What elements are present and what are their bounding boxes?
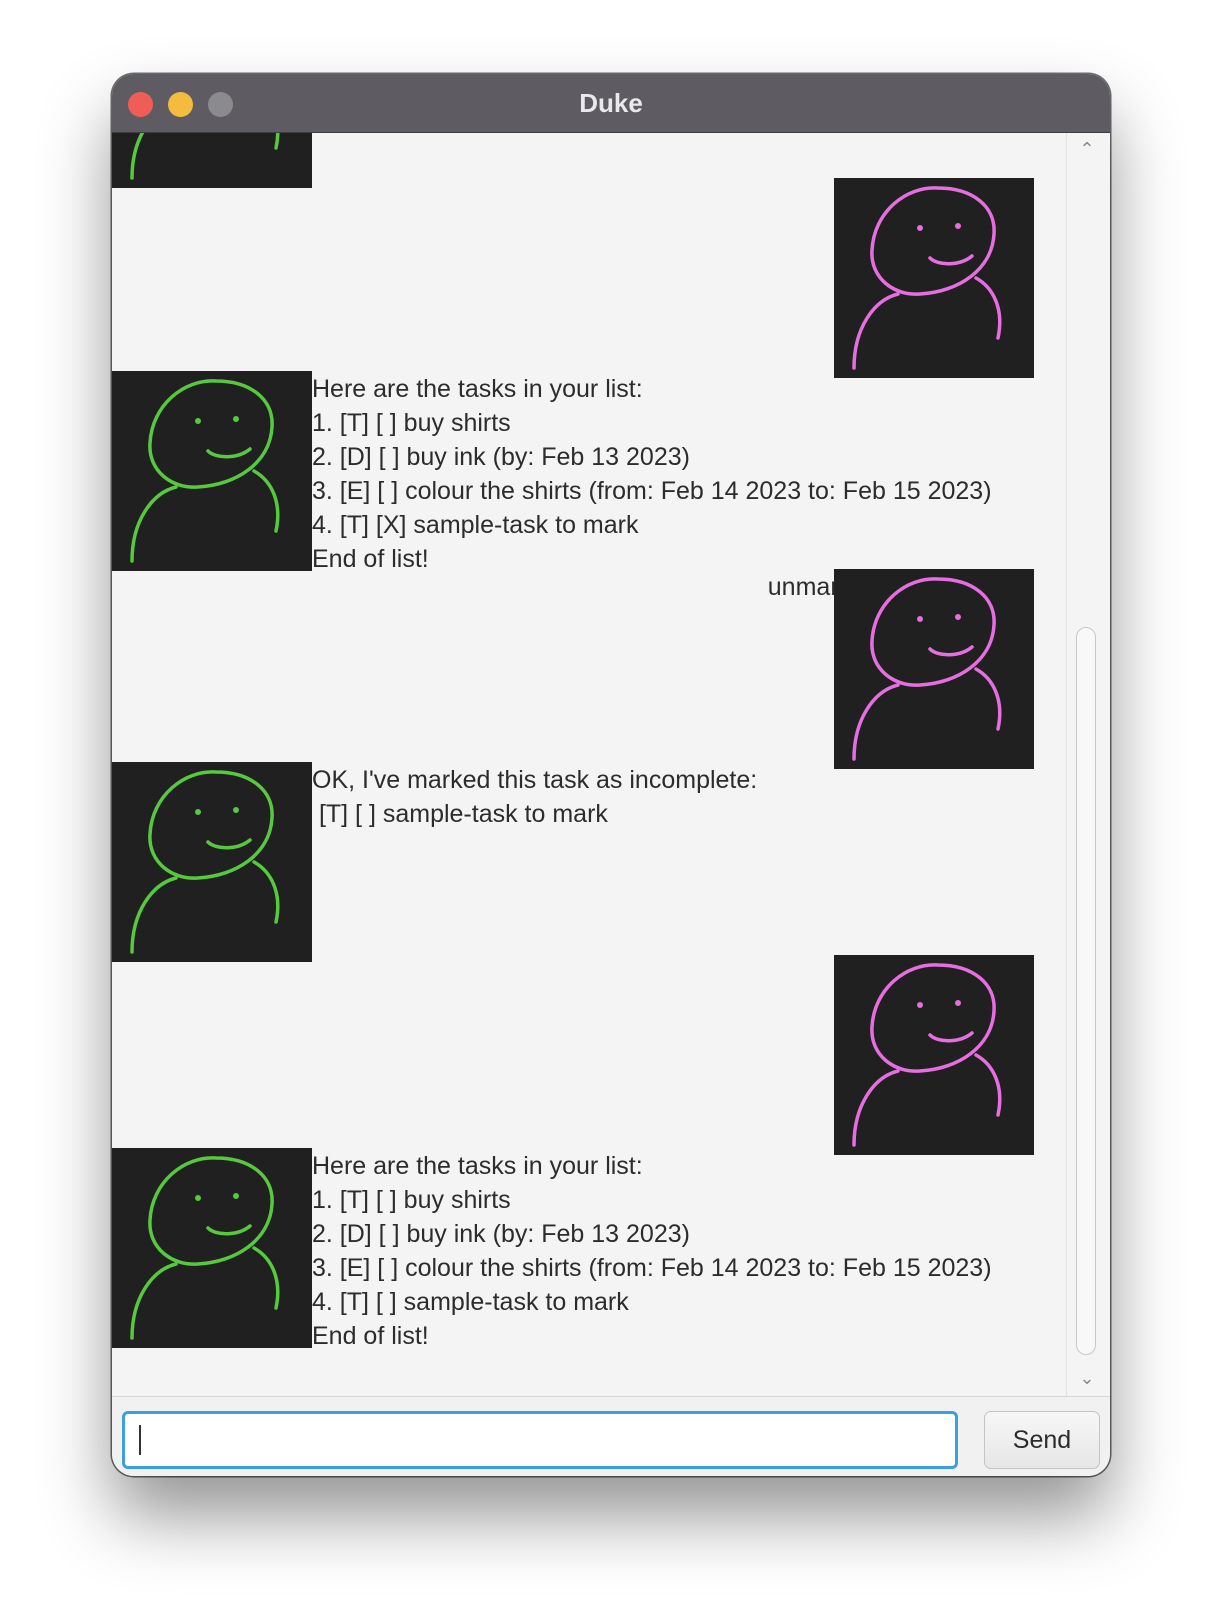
scrollbar-thumb[interactable]	[1076, 627, 1096, 1355]
avatar-drawing	[852, 577, 1002, 761]
duke-message-line: OK, I've marked this task as incomplete:	[312, 766, 758, 794]
duke-avatar	[112, 371, 312, 571]
vertical-scrollbar[interactable]: ⌃ ⌄	[1066, 133, 1110, 1396]
avatar-drawing	[130, 1156, 280, 1340]
avatar-drawing	[852, 963, 1002, 1147]
duke-message-line: 3. [E] [ ] colour the shirts (from: Feb …	[312, 477, 992, 505]
message-input[interactable]	[122, 1411, 958, 1469]
user-message: unmark 4	[472, 570, 872, 604]
text-caret	[139, 1425, 141, 1455]
duke-message-line: Here are the tasks in your list:	[312, 375, 643, 403]
avatar-drawing	[852, 186, 1002, 370]
user-message: list	[472, 179, 872, 213]
duke-message-line: 4. [T] [ ] sample-task to mark	[312, 1288, 629, 1316]
window-title: Duke	[579, 88, 643, 118]
duke-message-line: [T] [ ] sample-task to mark	[312, 800, 608, 828]
duke-avatar	[112, 133, 312, 188]
title-bar[interactable]: Duke	[112, 74, 1110, 133]
avatar-drawing	[130, 133, 280, 180]
user-avatar	[834, 178, 1034, 378]
duke-message-line: 1. [T] [ ] buy shirts	[312, 409, 511, 437]
user-message: list	[472, 956, 872, 990]
dialog-container[interactable]: list Here are the tasks in your list: 1. …	[112, 133, 1066, 1396]
duke-message: Here are the tasks in your list: 1. [T] […	[312, 372, 992, 576]
input-bar: Send	[112, 1396, 1110, 1476]
user-avatar	[834, 569, 1034, 769]
duke-message-line: 3. [E] [ ] colour the shirts (from: Feb …	[312, 1254, 992, 1282]
duke-message-line: End of list!	[312, 1322, 429, 1350]
duke-message-line: Here are the tasks in your list:	[312, 1152, 643, 1180]
avatar-drawing	[130, 770, 280, 954]
user-avatar	[834, 955, 1034, 1155]
duke-message: OK, I've marked this task as incomplete:…	[312, 763, 757, 831]
app-window: Duke list Here are the tasks in your lis…	[112, 74, 1110, 1476]
duke-avatar	[112, 1148, 312, 1348]
duke-message-line: 2. [D] [ ] buy ink (by: Feb 13 2023)	[312, 443, 690, 471]
avatar-drawing	[130, 379, 280, 563]
duke-message-line: 1. [T] [ ] buy shirts	[312, 1186, 511, 1214]
duke-avatar	[112, 762, 312, 962]
duke-message: Here are the tasks in your list: 1. [T] […	[312, 1149, 992, 1353]
duke-message-line: 4. [T] [X] sample-task to mark	[312, 511, 639, 539]
send-button[interactable]: Send	[984, 1411, 1100, 1469]
scroll-down-chevron-icon[interactable]: ⌄	[1077, 1368, 1097, 1388]
scroll-up-chevron-icon[interactable]: ⌃	[1077, 139, 1097, 159]
duke-message-line: 2. [D] [ ] buy ink (by: Feb 13 2023)	[312, 1220, 690, 1248]
